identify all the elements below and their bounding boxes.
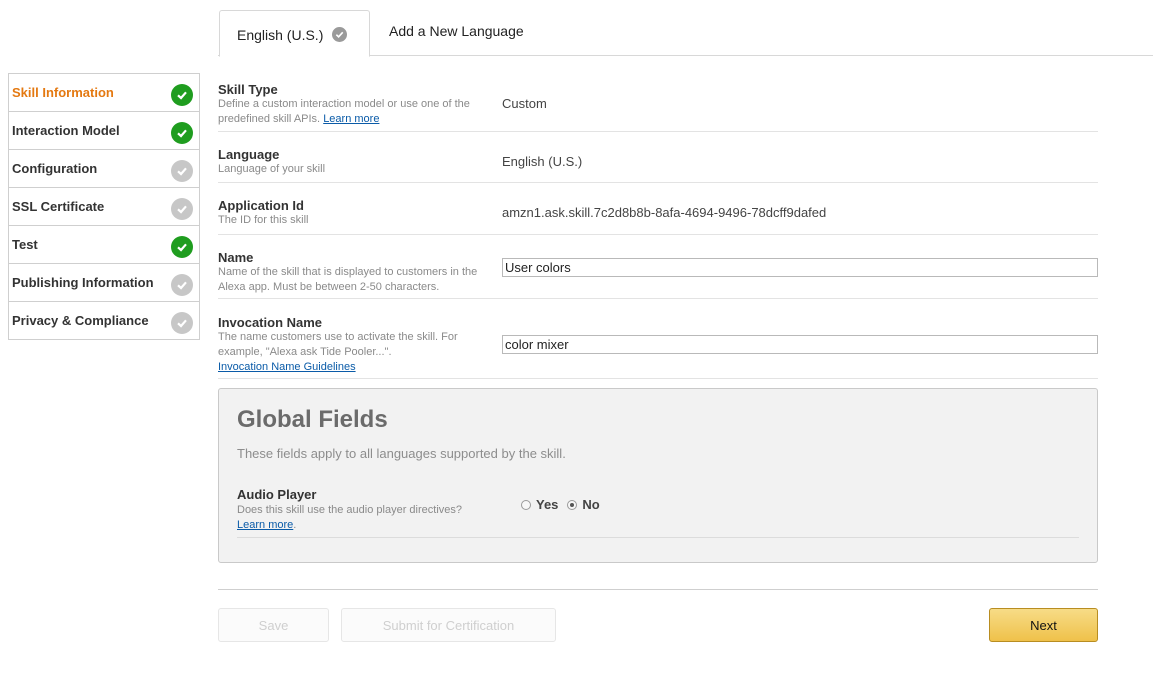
skill-information-form: Skill Type Define a custom interaction m… bbox=[218, 78, 1098, 379]
sidebar-item-label: Configuration bbox=[12, 161, 98, 176]
radio-no[interactable] bbox=[567, 499, 578, 510]
sidebar-nav: Skill Information Interaction Model Conf… bbox=[8, 73, 200, 340]
global-fields-title: Global Fields bbox=[237, 406, 388, 433]
sidebar-item-label: Skill Information bbox=[12, 85, 114, 100]
check-circle-icon bbox=[332, 27, 348, 42]
application-id-value: amzn1.ask.skill.7c2d8b8b-8afa-4694-9496-… bbox=[502, 205, 827, 220]
sidebar-item-interaction-model[interactable]: Interaction Model bbox=[9, 112, 199, 150]
language-value: English (U.S.) bbox=[502, 154, 583, 169]
language-description: Language of your skill bbox=[218, 163, 326, 175]
sidebar-item-label: Test bbox=[12, 237, 38, 252]
invocation-name-label: Invocation Name bbox=[218, 315, 323, 330]
divider bbox=[218, 589, 1098, 590]
check-circle-icon bbox=[171, 311, 193, 334]
tab-english-us[interactable]: English (U.S.) bbox=[219, 10, 370, 57]
check-circle-icon bbox=[171, 235, 193, 258]
skill-type-description: Define a custom interaction model or use… bbox=[218, 97, 494, 127]
sidebar-item-label: Publishing Information bbox=[12, 275, 154, 290]
sidebar-item-publishing-information[interactable]: Publishing Information bbox=[9, 264, 199, 302]
check-circle-icon bbox=[171, 121, 193, 144]
learn-more-link[interactable]: Learn more bbox=[323, 113, 379, 125]
check-circle-icon bbox=[171, 197, 193, 220]
skill-type-label: Skill Type bbox=[218, 82, 278, 97]
next-button[interactable]: Next bbox=[989, 608, 1098, 642]
sidebar-item-skill-information[interactable]: Skill Information bbox=[9, 74, 199, 112]
skill-type-row: Skill Type Define a custom interaction m… bbox=[218, 78, 1098, 132]
sidebar-item-label: Interaction Model bbox=[12, 123, 120, 138]
radio-yes-label[interactable]: Yes bbox=[536, 497, 558, 512]
sidebar-item-label: Privacy & Compliance bbox=[12, 313, 149, 328]
language-row: Language Language of your skill English … bbox=[218, 132, 1098, 183]
tab-label: Add a New Language bbox=[389, 22, 524, 39]
global-fields-panel: Global Fields These fields apply to all … bbox=[218, 388, 1098, 563]
audio-player-radio-group: Yes No bbox=[521, 497, 600, 512]
radio-no-label[interactable]: No bbox=[582, 497, 599, 512]
name-description: Name of the skill that is displayed to c… bbox=[218, 266, 478, 293]
sidebar-item-label: SSL Certificate bbox=[12, 199, 105, 214]
submit-certification-button[interactable]: Submit for Certification bbox=[341, 608, 556, 642]
check-circle-icon bbox=[171, 159, 193, 182]
skill-name-input[interactable] bbox=[502, 258, 1098, 277]
check-circle-icon bbox=[171, 83, 193, 106]
invocation-name-description: The name customers use to activate the s… bbox=[218, 330, 494, 375]
radio-yes[interactable] bbox=[521, 499, 531, 510]
global-fields-description: These fields apply to all languages supp… bbox=[237, 446, 566, 461]
skill-type-value: Custom bbox=[502, 96, 547, 111]
learn-more-link[interactable]: Learn more bbox=[237, 519, 293, 531]
language-tabs: English (U.S.) Add a New Language bbox=[218, 10, 1153, 57]
invocation-name-row: Invocation Name The name customers use t… bbox=[218, 299, 1098, 379]
application-id-description: The ID for this skill bbox=[218, 214, 309, 226]
invocation-guidelines-link[interactable]: Invocation Name Guidelines bbox=[218, 361, 356, 373]
tab-label: English (U.S.) bbox=[237, 26, 324, 43]
check-circle-icon bbox=[171, 273, 193, 296]
save-button[interactable]: Save bbox=[218, 608, 329, 642]
invocation-desc-text: The name customers use to activate the s… bbox=[218, 331, 458, 358]
sidebar-item-test[interactable]: Test bbox=[9, 226, 199, 264]
sidebar-item-configuration[interactable]: Configuration bbox=[9, 150, 199, 188]
application-id-row: Application Id The ID for this skill amz… bbox=[218, 183, 1098, 235]
language-label: Language bbox=[218, 147, 280, 162]
audio-player-desc-text: Does this skill use the audio player dir… bbox=[237, 504, 463, 516]
audio-player-description: Does this skill use the audio player dir… bbox=[237, 504, 463, 531]
invocation-name-input[interactable] bbox=[502, 335, 1098, 354]
tab-add-language[interactable]: Add a New Language bbox=[372, 10, 541, 51]
sidebar-item-privacy-compliance[interactable]: Privacy & Compliance bbox=[9, 302, 199, 339]
name-row: Name Name of the skill that is displayed… bbox=[218, 235, 1098, 299]
divider bbox=[237, 537, 1079, 538]
sidebar-item-ssl-certificate[interactable]: SSL Certificate bbox=[9, 188, 199, 226]
audio-player-label: Audio Player bbox=[237, 487, 317, 502]
